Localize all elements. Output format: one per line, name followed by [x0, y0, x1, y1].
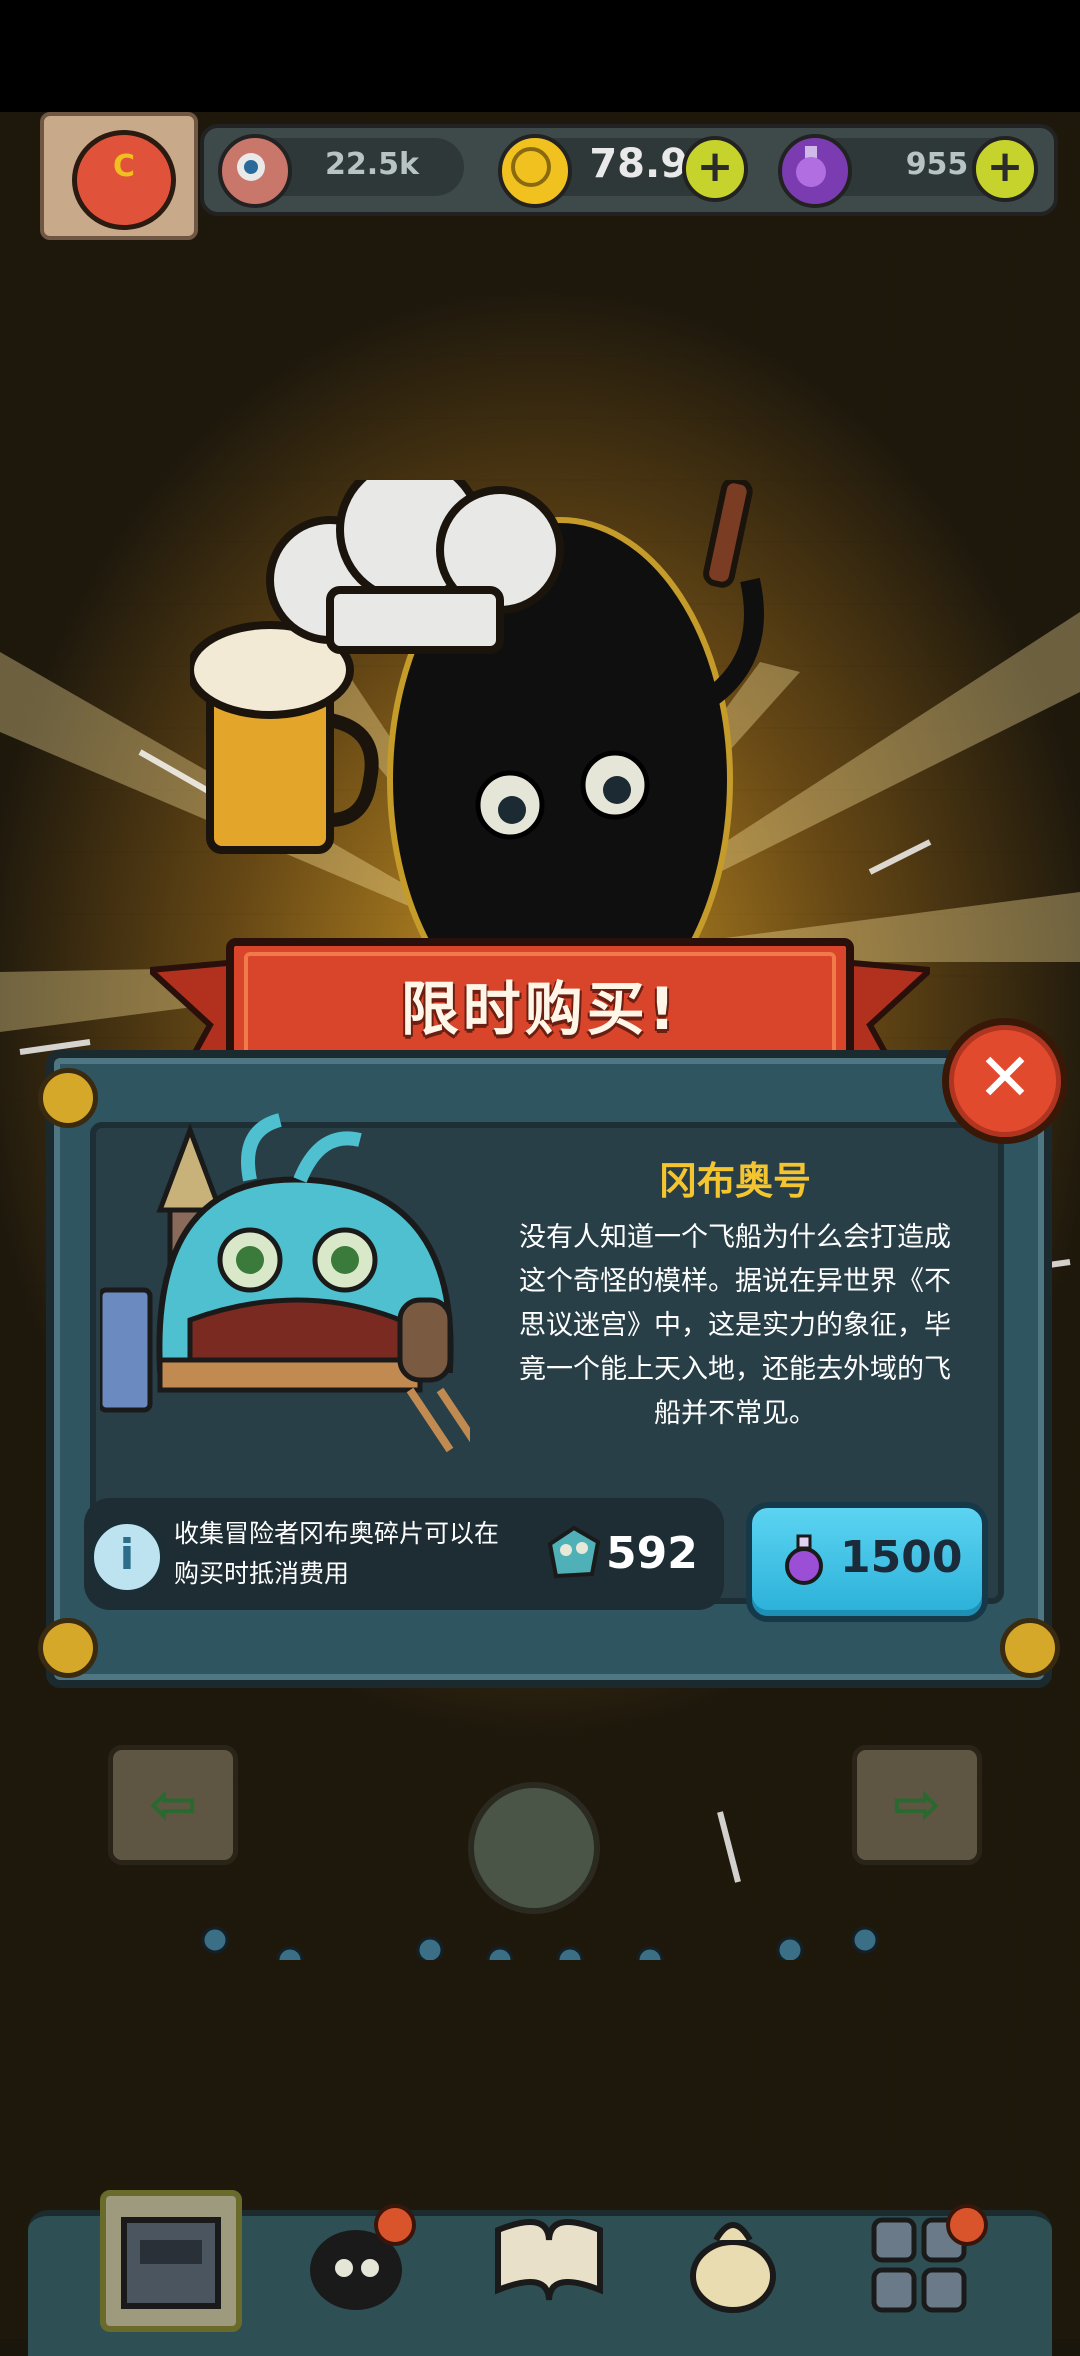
potion-icon	[785, 1534, 823, 1585]
potions-counter: 955 +	[778, 134, 1038, 208]
add-coins-button[interactable]: +	[682, 136, 748, 202]
building-icon	[121, 2217, 221, 2309]
center-hub-ornament	[468, 1782, 600, 1914]
top-hud: C 22.5k 78.9k + 955 +	[40, 112, 1058, 240]
coin-icon	[498, 134, 572, 208]
status-bar	[0, 0, 1080, 112]
avatar-face: C	[72, 130, 176, 230]
nav-bag-button[interactable]	[668, 2190, 798, 2320]
coins-counter: 78.9k +	[498, 134, 748, 208]
nav-character-button[interactable]	[296, 2190, 426, 2320]
buy-price: 1500	[840, 1532, 963, 1583]
notification-dot	[946, 2204, 988, 2246]
add-potions-button[interactable]: +	[972, 136, 1038, 202]
item-description-line: 思议迷宫》中，这是实力的象征，毕	[519, 1310, 951, 1341]
fragment-count: 592	[606, 1528, 698, 1579]
info-icon[interactable]: i	[90, 1520, 164, 1594]
avatar-letter: C	[112, 149, 136, 184]
eye-icon	[218, 134, 292, 208]
item-description-line: 船并不常见。	[654, 1398, 816, 1429]
potion-icon	[778, 134, 852, 208]
panel-corner-ornament	[38, 1068, 98, 1128]
fragment-info-line: 购买时抵消费用	[174, 1559, 350, 1588]
fragment-info-line: 收集冒险者冈布奥碎片可以在	[174, 1519, 500, 1548]
previous-arrow-button[interactable]: ⇦	[108, 1745, 238, 1865]
next-arrow-button[interactable]: ⇨	[852, 1745, 982, 1865]
eyes-value: 22.5k	[325, 147, 419, 182]
beer-mug	[190, 621, 379, 854]
offer-title: 限时购买!	[400, 975, 680, 1043]
airship-illustration	[100, 1113, 470, 1453]
close-icon: ✕	[977, 1039, 1033, 1116]
money-bag-icon	[690, 2222, 776, 2313]
arrow-left-icon: ⇦	[148, 1770, 198, 1838]
buy-button[interactable]: 1500	[746, 1502, 988, 1622]
eyes-counter: 22.5k	[218, 134, 464, 208]
player-avatar[interactable]: C	[40, 112, 198, 240]
fragment-info-text: 收集冒险者冈布奥碎片可以在 购买时抵消费用	[174, 1514, 594, 1594]
item-description-line: 没有人知道一个飞船为什么会打造成	[519, 1222, 951, 1253]
fragment-icon	[547, 1525, 601, 1579]
nav-grid-button[interactable]	[858, 2190, 988, 2320]
close-button[interactable]: ✕	[942, 1018, 1068, 1144]
stage-lights	[201, 1926, 879, 1960]
item-description-line: 竟一个能上天入地，还能去外域的飞	[519, 1354, 951, 1385]
fragment-info-box: i 收集冒险者冈布奥碎片可以在 购买时抵消费用 592	[84, 1498, 724, 1610]
chef-gumball-character	[190, 480, 764, 960]
item-name: 冈布奥号	[658, 1159, 811, 1203]
panel-corner-ornament	[38, 1618, 98, 1678]
notification-dot	[374, 2204, 416, 2246]
resource-bar: 22.5k 78.9k + 955 +	[200, 124, 1058, 216]
nav-book-button[interactable]	[484, 2190, 614, 2320]
panel-corner-ornament	[1000, 1618, 1060, 1678]
item-description-line: 这个奇怪的模样。据说在异世界《不	[519, 1266, 951, 1297]
book-icon	[495, 2219, 603, 2301]
arrow-right-icon: ⇨	[892, 1770, 942, 1838]
nav-home-button[interactable]	[100, 2190, 242, 2332]
item-description: 没有人知道一个飞船为什么会打造成 这个奇怪的模样。据说在异世界《不 思议迷宫》中…	[500, 1216, 970, 1436]
